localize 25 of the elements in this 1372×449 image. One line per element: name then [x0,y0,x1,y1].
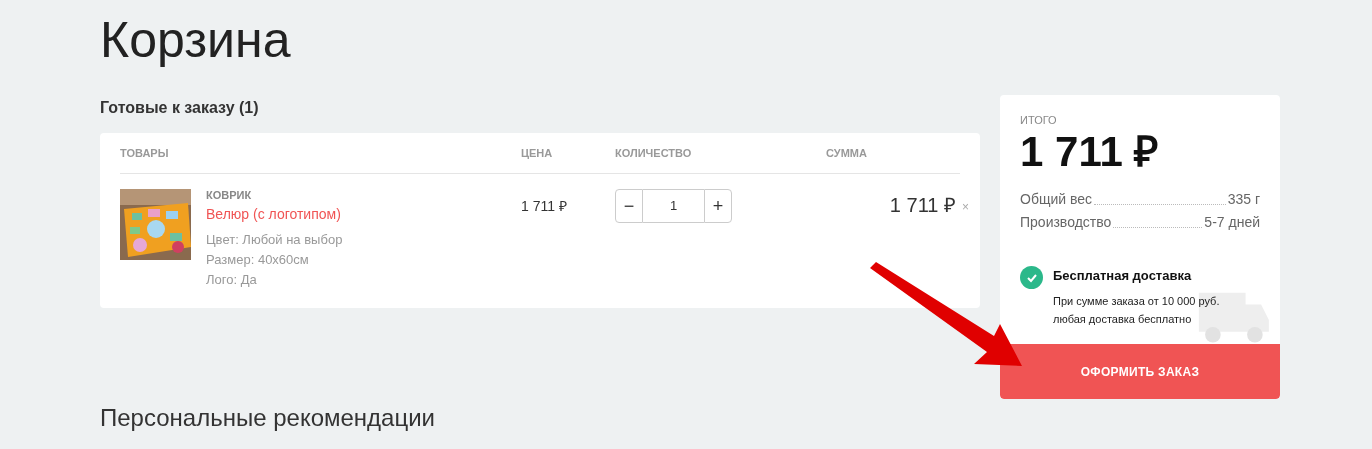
quantity-field[interactable]: 1 [643,189,704,223]
product-category: КОВРИК [206,188,252,203]
increase-button[interactable]: + [704,189,732,223]
total-amount: 1 711 ₽ [1020,128,1159,176]
detail-label: Общий вес [1020,190,1093,209]
section-heading: Готовые к заказу (1) [100,98,260,118]
product-option: Лого: Да [206,270,257,290]
column-header: ЦЕНА [521,145,553,161]
unit-price: 1 711 ₽ [521,197,567,216]
product-option: Цвет: Любой на выбор [206,230,343,250]
column-header: ТОВАРЫ [120,145,169,161]
detail-label: Производство [1020,213,1112,232]
page-title: Корзина [100,11,292,70]
product-name-link[interactable]: Велюр (с логотипом) [206,204,341,224]
detail-value: 5-7 дней [1204,213,1260,232]
section-heading: Персональные рекомендации [100,404,435,432]
product-option: Размер: 40х60см [206,250,309,270]
detail-value: 335 г [1227,190,1260,209]
line-total: 1 711 ₽ [889,193,956,217]
delivery-note: При сумме заказа от 10 000 руб. любая доставка бесплатно [1053,294,1221,327]
delivery-title: Бесплатная доставка [1053,267,1192,285]
total-label: ИТОГО [1020,113,1057,128]
column-header: СУММА [826,145,867,161]
decrease-button[interactable]: − [615,189,643,223]
column-header: КОЛИЧЕСТВО [615,145,692,161]
